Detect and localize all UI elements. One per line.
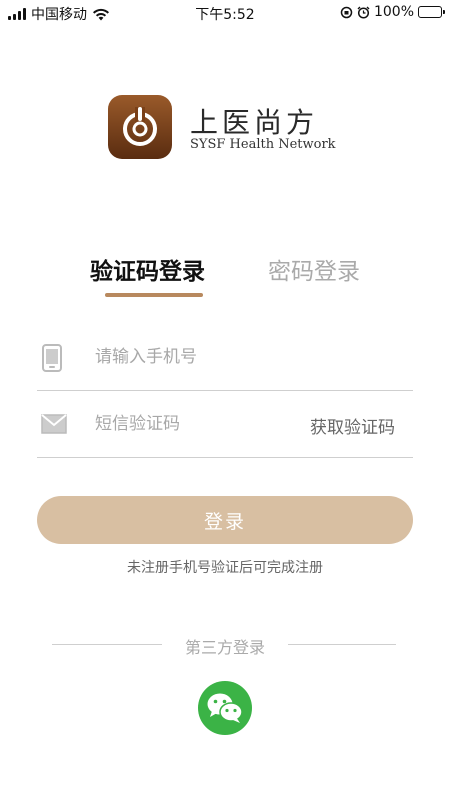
battery-icon [418, 6, 445, 18]
app-logo-icon [108, 95, 172, 159]
wechat-icon [207, 693, 243, 723]
alarm-icon [357, 6, 370, 19]
battery-percent: 100% [373, 4, 414, 20]
status-bar-right: 100% [340, 4, 445, 20]
third-party-label: 第三方登录 [184, 638, 265, 657]
code-field-row: 获取验证码 [37, 391, 413, 458]
register-hint: 未注册手机号验证后可完成注册 [127, 560, 323, 576]
tab-sms-login[interactable]: 验证码登录 [90, 252, 205, 286]
sms-code-input[interactable] [95, 411, 295, 437]
brand-name-cn: 上医尚方 [190, 106, 319, 139]
brand-logo: 上医尚方 SYSF Health Network [108, 95, 348, 161]
phone-icon [42, 344, 62, 372]
brand-name-en: SYSF Health Network [190, 137, 336, 152]
wechat-login-button[interactable] [198, 681, 252, 735]
tab-password-login[interactable]: 密码登录 [268, 252, 360, 286]
login-button[interactable]: 登录 [37, 496, 413, 544]
divider-right [288, 644, 396, 645]
get-code-button[interactable]: 获取验证码 [310, 413, 395, 438]
mail-icon [41, 414, 67, 434]
rotation-lock-icon [340, 6, 353, 18]
status-bar: 中国移动 下午5:52 100% [0, 0, 450, 26]
phone-field-row [37, 324, 413, 391]
phone-input[interactable] [95, 344, 295, 370]
active-tab-indicator [105, 293, 203, 297]
